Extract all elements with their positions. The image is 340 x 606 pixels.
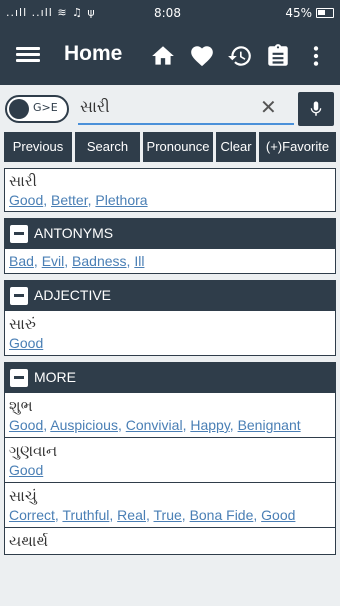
heart-icon[interactable] bbox=[189, 43, 215, 69]
battery-percent: 45% bbox=[285, 6, 312, 20]
more-entry: યથાર્થ bbox=[4, 528, 336, 555]
search-row: G>E સારી ✕ bbox=[0, 91, 340, 127]
meaning-link[interactable]: Bona Fide bbox=[190, 507, 254, 523]
meaning-link[interactable]: Plethora bbox=[95, 192, 147, 208]
status-time: 8:08 bbox=[154, 6, 181, 20]
collapse-icon[interactable] bbox=[10, 287, 28, 305]
mic-button[interactable] bbox=[298, 92, 334, 126]
meaning-link[interactable]: Real bbox=[117, 507, 146, 523]
history-icon[interactable] bbox=[227, 43, 253, 69]
entry-word: સાચું bbox=[9, 487, 37, 505]
language-toggle[interactable]: G>E bbox=[5, 95, 69, 123]
status-bar: ..ıll ..ıll ≋ ♫ ψ 8:08 45% bbox=[0, 0, 340, 28]
antonym-link[interactable]: Badness bbox=[72, 253, 126, 269]
entry-word: યથાર્થ bbox=[9, 532, 48, 550]
adjective-entry: સારું Good bbox=[4, 311, 336, 356]
meaning-link[interactable]: Better bbox=[51, 192, 88, 208]
section-title: ADJECTIVE bbox=[34, 287, 112, 303]
meaning-link[interactable]: Benignant bbox=[238, 417, 301, 433]
previous-button[interactable]: Previous bbox=[4, 132, 72, 162]
menu-icon[interactable] bbox=[16, 44, 40, 68]
toggle-knob bbox=[9, 99, 29, 119]
section-title: MORE bbox=[34, 369, 76, 385]
meaning-link[interactable]: True bbox=[154, 507, 182, 523]
more-entry: સાચું Correct, Truthful, Real, True, Bon… bbox=[4, 483, 336, 528]
antonym-link[interactable]: Ill bbox=[134, 253, 144, 269]
meaning-link[interactable]: Convivial bbox=[126, 417, 183, 433]
meaning-link[interactable]: Happy bbox=[190, 417, 229, 433]
meaning-link[interactable]: Correct bbox=[9, 507, 55, 523]
result-meanings: Good, Better, Plethora bbox=[9, 192, 148, 208]
antonym-link[interactable]: Evil bbox=[42, 253, 65, 269]
clear-button[interactable]: Clear bbox=[216, 132, 256, 162]
antonym-list: Bad, Evil, Badness, Ill bbox=[4, 249, 336, 274]
meaning-link[interactable]: Truthful bbox=[62, 507, 109, 523]
meaning-link[interactable]: Good bbox=[9, 462, 43, 478]
entry-word: સારું bbox=[9, 315, 36, 333]
collapse-icon[interactable] bbox=[10, 225, 28, 243]
meaning-link[interactable]: Good bbox=[9, 417, 43, 433]
favorite-button[interactable]: (+)Favorite bbox=[259, 132, 336, 162]
more-entry: ગુણવાન Good bbox=[4, 438, 336, 483]
entry-word: શુભ bbox=[9, 397, 33, 415]
mic-icon bbox=[310, 101, 322, 116]
result-word: સારી bbox=[9, 172, 37, 190]
search-button[interactable]: Search bbox=[75, 132, 140, 162]
clear-text-icon[interactable]: ✕ bbox=[260, 95, 277, 119]
battery-icon bbox=[316, 8, 334, 18]
collapse-icon[interactable] bbox=[10, 369, 28, 387]
antonym-link[interactable]: Bad bbox=[9, 253, 34, 269]
main-result: સારી Good, Better, Plethora bbox=[4, 168, 336, 212]
toggle-label: G>E bbox=[33, 101, 58, 114]
app-bar: Home bbox=[0, 28, 340, 85]
meaning-link[interactable]: Good bbox=[9, 192, 43, 208]
section-antonyms[interactable]: ANTONYMS bbox=[4, 218, 336, 249]
status-icons: ..ıll ..ıll ≋ ♫ ψ bbox=[6, 6, 96, 19]
meaning-link[interactable]: Auspicious bbox=[50, 417, 118, 433]
clipboard-icon[interactable] bbox=[265, 43, 291, 69]
home-icon[interactable] bbox=[150, 43, 176, 69]
more-entry: શુભ Good, Auspicious, Convivial, Happy, … bbox=[4, 393, 336, 438]
pronounce-button[interactable]: Pronounce bbox=[143, 132, 213, 162]
meaning-link[interactable]: Good bbox=[9, 335, 43, 351]
section-adjective[interactable]: ADJECTIVE bbox=[4, 280, 336, 311]
entry-word: ગુણવાન bbox=[9, 442, 58, 460]
section-title: ANTONYMS bbox=[34, 225, 114, 241]
action-buttons: Previous Search Pronounce Clear (+)Favor… bbox=[4, 132, 336, 162]
section-more[interactable]: MORE bbox=[4, 362, 336, 393]
meaning-link[interactable]: Good bbox=[261, 507, 295, 523]
more-vert-icon[interactable] bbox=[303, 43, 329, 69]
page-title: Home bbox=[64, 42, 123, 65]
results: સારી Good, Better, Plethora ANTONYMS Bad… bbox=[4, 168, 336, 606]
